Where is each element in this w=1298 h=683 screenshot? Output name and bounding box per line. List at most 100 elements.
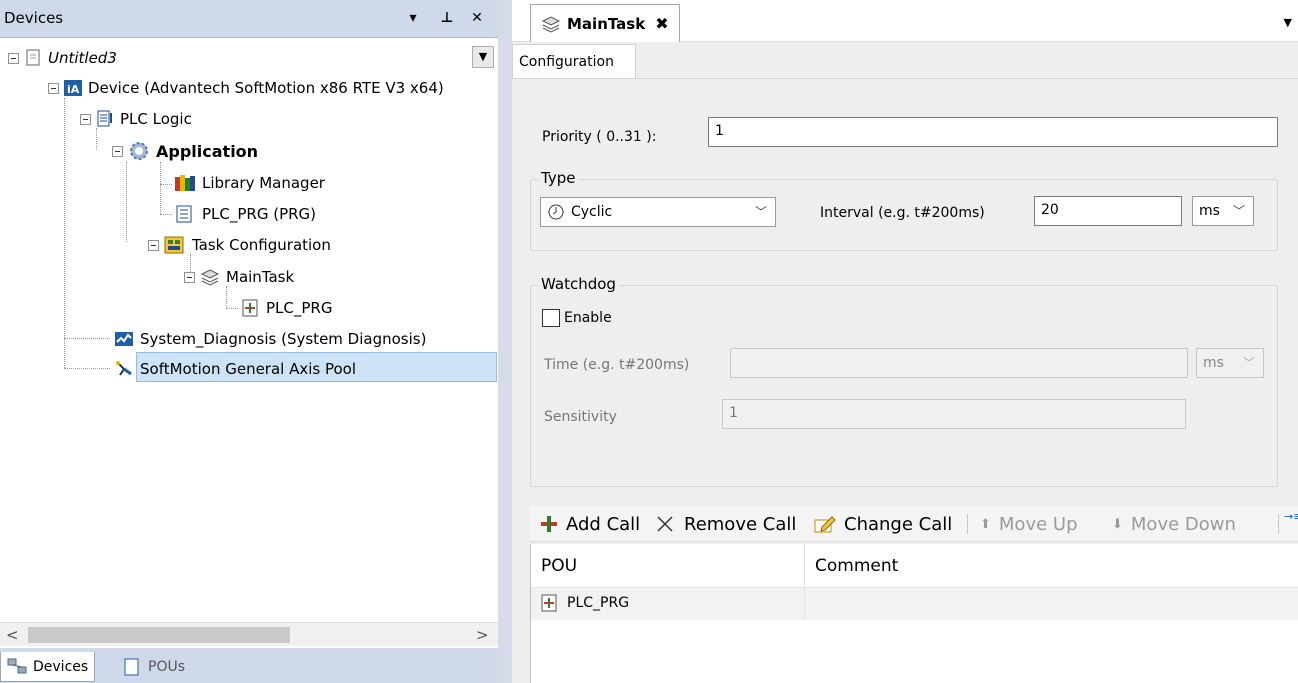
column-header-comment[interactable]: Comment: [805, 544, 1298, 588]
task-icon: [541, 15, 561, 33]
interval-label: Interval (e.g. t#200ms): [820, 205, 985, 221]
remove-call-label: Remove Call: [684, 513, 797, 535]
tree-item-label: PLC_PRG (PRG): [202, 205, 317, 223]
collapse-icon[interactable]: [48, 82, 59, 94]
interval-unit-select[interactable]: ms ﹀: [1192, 196, 1254, 226]
scrollbar-thumb[interactable]: [28, 627, 290, 643]
tab-configuration[interactable]: Configuration: [512, 44, 636, 78]
watchdog-enable-checkbox[interactable]: [542, 309, 560, 327]
toolbar-overflow-icon[interactable]: →≡: [1284, 510, 1298, 523]
sensitivity-label: Sensitivity: [544, 409, 617, 425]
table-row[interactable]: PLC_PRG: [531, 588, 1298, 620]
plc-logic-icon: [96, 110, 114, 128]
tree-item-maintask[interactable]: MainTask: [184, 263, 294, 291]
close-icon[interactable]: ✕: [466, 6, 488, 30]
arrow-up-icon: ⬆: [980, 516, 991, 532]
collapse-icon[interactable]: [184, 271, 195, 283]
type-select-value: Cyclic: [571, 204, 613, 220]
calls-toolbar: Add Call Remove Call Change Call ⬆ Move …: [530, 506, 1298, 542]
tree-item-task-configuration[interactable]: Task Configuration: [148, 231, 331, 259]
chevron-down-icon: ﹀: [1242, 356, 1255, 370]
tree-item-axis-pool[interactable]: SoftMotion General Axis Pool: [114, 355, 356, 383]
tree-item-label: Library Manager: [202, 174, 325, 192]
device-tree: Untitled3 iA Device (Advantech SoftMotio…: [8, 42, 498, 620]
priority-label: Priority ( 0..31 ):: [542, 129, 657, 145]
add-call-icon: [540, 515, 560, 533]
tab-maintask[interactable]: MainTask ✖: [530, 4, 680, 42]
tree-item-label: Untitled3: [48, 49, 117, 67]
scroll-right-icon[interactable]: >: [476, 626, 489, 644]
tab-label: Devices: [33, 658, 89, 675]
scroll-left-icon[interactable]: <: [6, 626, 19, 644]
tree-item-library-manager[interactable]: Library Manager: [174, 169, 325, 197]
time-input[interactable]: [730, 348, 1188, 378]
tab-list-dropdown-icon[interactable]: ▼: [1284, 16, 1292, 29]
pin-icon[interactable]: ⊥: [436, 6, 458, 30]
type-select[interactable]: Cyclic ﹀: [540, 197, 776, 227]
column-divider: [804, 544, 805, 620]
devices-panel: Devices ▾ ⊥ ✕ Untitled3 iA Device (Advan…: [0, 0, 498, 683]
column-header-pou[interactable]: POU: [531, 544, 804, 588]
chevron-down-icon: ﹀: [754, 205, 767, 219]
tree-item-plc-logic[interactable]: PLC Logic: [80, 105, 192, 133]
toolbar-separator: [967, 514, 968, 534]
tab-pous[interactable]: POUs: [116, 652, 191, 682]
priority-input[interactable]: 1: [708, 117, 1278, 147]
tree-item-device[interactable]: iA Device (Advantech SoftMotion x86 RTE …: [48, 74, 444, 102]
tab-label: Configuration: [519, 53, 614, 70]
tree-item-label: PLC_PRG: [266, 299, 333, 317]
tree-item-plc-prg-call[interactable]: PLC_PRG: [240, 294, 332, 322]
panel-bottom-tabs: Devices POUs: [0, 648, 498, 683]
pou-name: PLC_PRG: [567, 595, 630, 611]
tab-devices[interactable]: Devices: [0, 652, 96, 682]
clock-icon: [547, 203, 565, 221]
remove-call-button[interactable]: Remove Call: [656, 510, 796, 538]
time-unit-value: ms: [1203, 355, 1224, 371]
change-call-label: Change Call: [844, 513, 953, 535]
pou-cell: PLC_PRG: [539, 594, 629, 612]
toolbar-separator: [1278, 514, 1279, 534]
collapse-icon[interactable]: [148, 239, 159, 251]
application-gear-icon: [128, 140, 150, 162]
interval-unit-value: ms: [1199, 203, 1220, 219]
tree-item-label: Device (Advantech SoftMotion x86 RTE V3 …: [88, 79, 444, 97]
tree-item-label: SoftMotion General Axis Pool: [140, 360, 357, 378]
tree-dropdown-button[interactable]: ▼: [472, 46, 494, 68]
change-call-button[interactable]: Change Call: [814, 510, 952, 538]
task-icon: [200, 268, 220, 286]
tree-item-project[interactable]: Untitled3: [8, 44, 117, 72]
enable-label: Enable: [564, 310, 612, 326]
editor-panel: MainTask ✖ ▼ Configuration Priority ( 0.…: [512, 0, 1298, 683]
chevron-down-icon: ﹀: [1232, 204, 1245, 218]
program-call-icon: [240, 299, 260, 317]
add-call-label: Add Call: [566, 513, 641, 535]
remove-x-icon: [656, 515, 678, 533]
move-up-button[interactable]: ⬆ Move Up: [980, 510, 1078, 538]
time-unit-select[interactable]: ms ﹀: [1196, 348, 1264, 378]
horizontal-scrollbar[interactable]: < >: [0, 622, 498, 646]
close-tab-icon[interactable]: ✖: [655, 14, 668, 33]
add-call-button[interactable]: Add Call: [540, 510, 640, 538]
type-group-title: Type: [538, 169, 579, 187]
panel-menu-icon[interactable]: ▾: [402, 6, 424, 30]
tree-item-plc-prg-prg[interactable]: PLC_PRG (PRG): [174, 200, 316, 228]
tree-item-label: Application: [156, 141, 259, 161]
pous-page-icon: [122, 658, 142, 676]
diagnosis-icon: [114, 330, 134, 348]
device-icon: iA: [64, 79, 82, 97]
tree-item-application[interactable]: Application: [112, 137, 258, 165]
pou-icon: [174, 205, 196, 223]
interval-input[interactable]: 20: [1034, 196, 1182, 226]
devices-network-icon: [7, 658, 27, 676]
axis-pool-icon: [114, 360, 134, 378]
program-call-icon: [539, 594, 561, 612]
tree-item-system-diagnosis[interactable]: System_Diagnosis (System Diagnosis): [114, 325, 426, 353]
move-down-button[interactable]: ⬇ Move Down: [1112, 510, 1236, 538]
devices-panel-header: Devices ▾ ⊥ ✕: [0, 0, 498, 38]
collapse-icon[interactable]: [8, 52, 19, 64]
collapse-icon[interactable]: [80, 113, 91, 125]
sensitivity-input[interactable]: 1: [722, 399, 1186, 429]
collapse-icon[interactable]: [112, 145, 123, 157]
panel-splitter[interactable]: [498, 0, 512, 683]
configuration-form: Priority ( 0..31 ): 1 Type Cyclic ﹀ Inte…: [512, 78, 1298, 506]
